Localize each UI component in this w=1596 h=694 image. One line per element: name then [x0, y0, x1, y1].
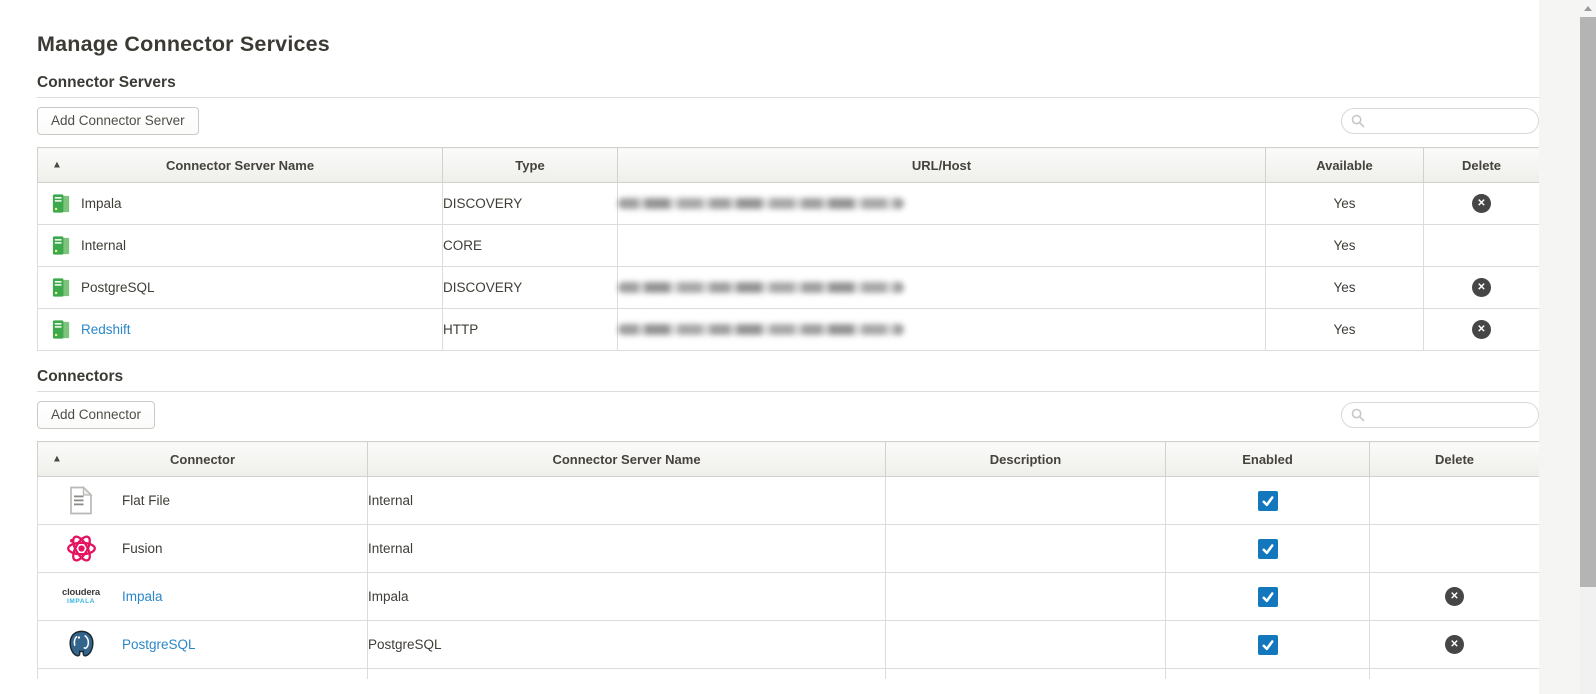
- enabled-checkbox[interactable]: [1258, 539, 1278, 559]
- scroll-up-button[interactable]: [1580, 0, 1596, 17]
- add-connector-server-button[interactable]: Add Connector Server: [37, 107, 199, 135]
- connector-name: Flat File: [122, 493, 170, 508]
- connector-name[interactable]: Impala: [122, 589, 163, 604]
- server-available: Yes: [1266, 309, 1424, 351]
- page-title: Manage Connector Services: [37, 31, 1539, 57]
- delete-button[interactable]: ✕: [1472, 278, 1491, 297]
- server-name: PostgreSQL: [81, 280, 155, 295]
- connectors-search-box[interactable]: [1341, 402, 1539, 428]
- table-row: Fusion Internal: [38, 525, 1540, 573]
- enabled-checkbox[interactable]: [1258, 635, 1278, 655]
- add-connector-button[interactable]: Add Connector: [37, 401, 155, 429]
- table-row: Impala DISCOVERY Yes ✕: [38, 183, 1540, 225]
- server-icon: [51, 277, 72, 298]
- col-connector-server-name[interactable]: ▲ Connector Server Name: [38, 148, 443, 183]
- search-icon: [1351, 114, 1365, 128]
- scrollbar-thumb[interactable]: [1580, 17, 1596, 587]
- connector-name[interactable]: PostgreSQL: [122, 637, 196, 652]
- connector-description: [886, 477, 1166, 525]
- enabled-checkbox[interactable]: [1258, 491, 1278, 511]
- page-gutter: [1539, 0, 1580, 694]
- col-connector[interactable]: ▲ Connector: [38, 442, 368, 477]
- server-type: DISCOVERY: [443, 183, 618, 225]
- sort-ascending-icon[interactable]: ▲: [52, 160, 62, 171]
- connector-name: Fusion: [122, 541, 163, 556]
- redacted-url: [618, 198, 904, 209]
- delete-button[interactable]: ✕: [1445, 635, 1464, 654]
- table-row-partial: [38, 669, 1540, 680]
- table-row: PostgreSQL DISCOVERY Yes ✕: [38, 267, 1540, 309]
- col-delete: Delete: [1424, 148, 1540, 183]
- vertical-scrollbar[interactable]: [1580, 0, 1596, 694]
- col-available[interactable]: Available: [1266, 148, 1424, 183]
- server-type: HTTP: [443, 309, 618, 351]
- col-enabled[interactable]: Enabled: [1166, 442, 1370, 477]
- search-icon: [1351, 408, 1365, 422]
- connectors-heading: Connectors: [37, 367, 1539, 392]
- connector-servers-heading: Connector Servers: [37, 73, 1539, 98]
- servers-table-body: Impala DISCOVERY Yes ✕ Internal CORE Yes: [38, 183, 1540, 351]
- connector-servers-section: Connector Servers Add Connector Server ▲: [37, 73, 1539, 351]
- col-url-host[interactable]: URL/Host: [618, 148, 1266, 183]
- table-row: Internal CORE Yes: [38, 225, 1540, 267]
- server-type: DISCOVERY: [443, 267, 618, 309]
- connectors-table-body: Flat File Internal Fusion Internal cloud…: [38, 477, 1540, 680]
- connector-server: Internal: [368, 525, 886, 573]
- scroll-up-icon: [1584, 6, 1592, 11]
- delete-button[interactable]: ✕: [1472, 320, 1491, 339]
- connector-server: Internal: [368, 477, 886, 525]
- col-type[interactable]: Type: [443, 148, 618, 183]
- server-type: CORE: [443, 225, 618, 267]
- connectors-search-input[interactable]: [1371, 407, 1528, 424]
- table-row: clouderaIMPALA Impala Impala ✕: [38, 573, 1540, 621]
- redacted-url: [618, 282, 904, 293]
- connectors-section: Connectors Add Connector ▲: [37, 367, 1539, 679]
- connector-description: [886, 621, 1166, 669]
- servers-search-input[interactable]: [1371, 113, 1528, 130]
- redacted-url: [618, 324, 904, 335]
- server-name[interactable]: Redshift: [81, 322, 131, 337]
- col-description[interactable]: Description: [886, 442, 1166, 477]
- connector-description: [886, 573, 1166, 621]
- table-row: PostgreSQL PostgreSQL ✕: [38, 621, 1540, 669]
- connector-server: Impala: [368, 573, 886, 621]
- table-row: Flat File Internal: [38, 477, 1540, 525]
- connector-servers-table: ▲ Connector Server Name Type URL/Host Av…: [37, 147, 1540, 351]
- server-name: Impala: [81, 196, 122, 211]
- connector-server: PostgreSQL: [368, 621, 886, 669]
- col-delete: Delete: [1370, 442, 1540, 477]
- fusion-atom-icon: [49, 532, 113, 565]
- enabled-checkbox[interactable]: [1258, 587, 1278, 607]
- connectors-table: ▲ Connector Connector Server Name Descri…: [37, 441, 1539, 679]
- flat-file-icon: [49, 486, 113, 515]
- server-name: Internal: [81, 238, 126, 253]
- connector-description: [886, 525, 1166, 573]
- server-available: Yes: [1266, 225, 1424, 267]
- delete-button[interactable]: ✕: [1472, 194, 1491, 213]
- server-icon: [51, 193, 72, 214]
- server-icon: [51, 319, 72, 340]
- delete-button[interactable]: ✕: [1445, 587, 1464, 606]
- servers-search-box[interactable]: [1341, 108, 1539, 134]
- cloudera-impala-icon: clouderaIMPALA: [49, 588, 113, 605]
- page: Manage Connector Services Connector Serv…: [0, 0, 1596, 694]
- server-available: Yes: [1266, 267, 1424, 309]
- sort-ascending-icon[interactable]: ▲: [52, 454, 62, 465]
- table-row: Redshift HTTP Yes ✕: [38, 309, 1540, 351]
- server-available: Yes: [1266, 183, 1424, 225]
- col-connector-server-name[interactable]: Connector Server Name: [368, 442, 886, 477]
- server-icon: [51, 235, 72, 256]
- postgresql-elephant-icon: [49, 629, 113, 660]
